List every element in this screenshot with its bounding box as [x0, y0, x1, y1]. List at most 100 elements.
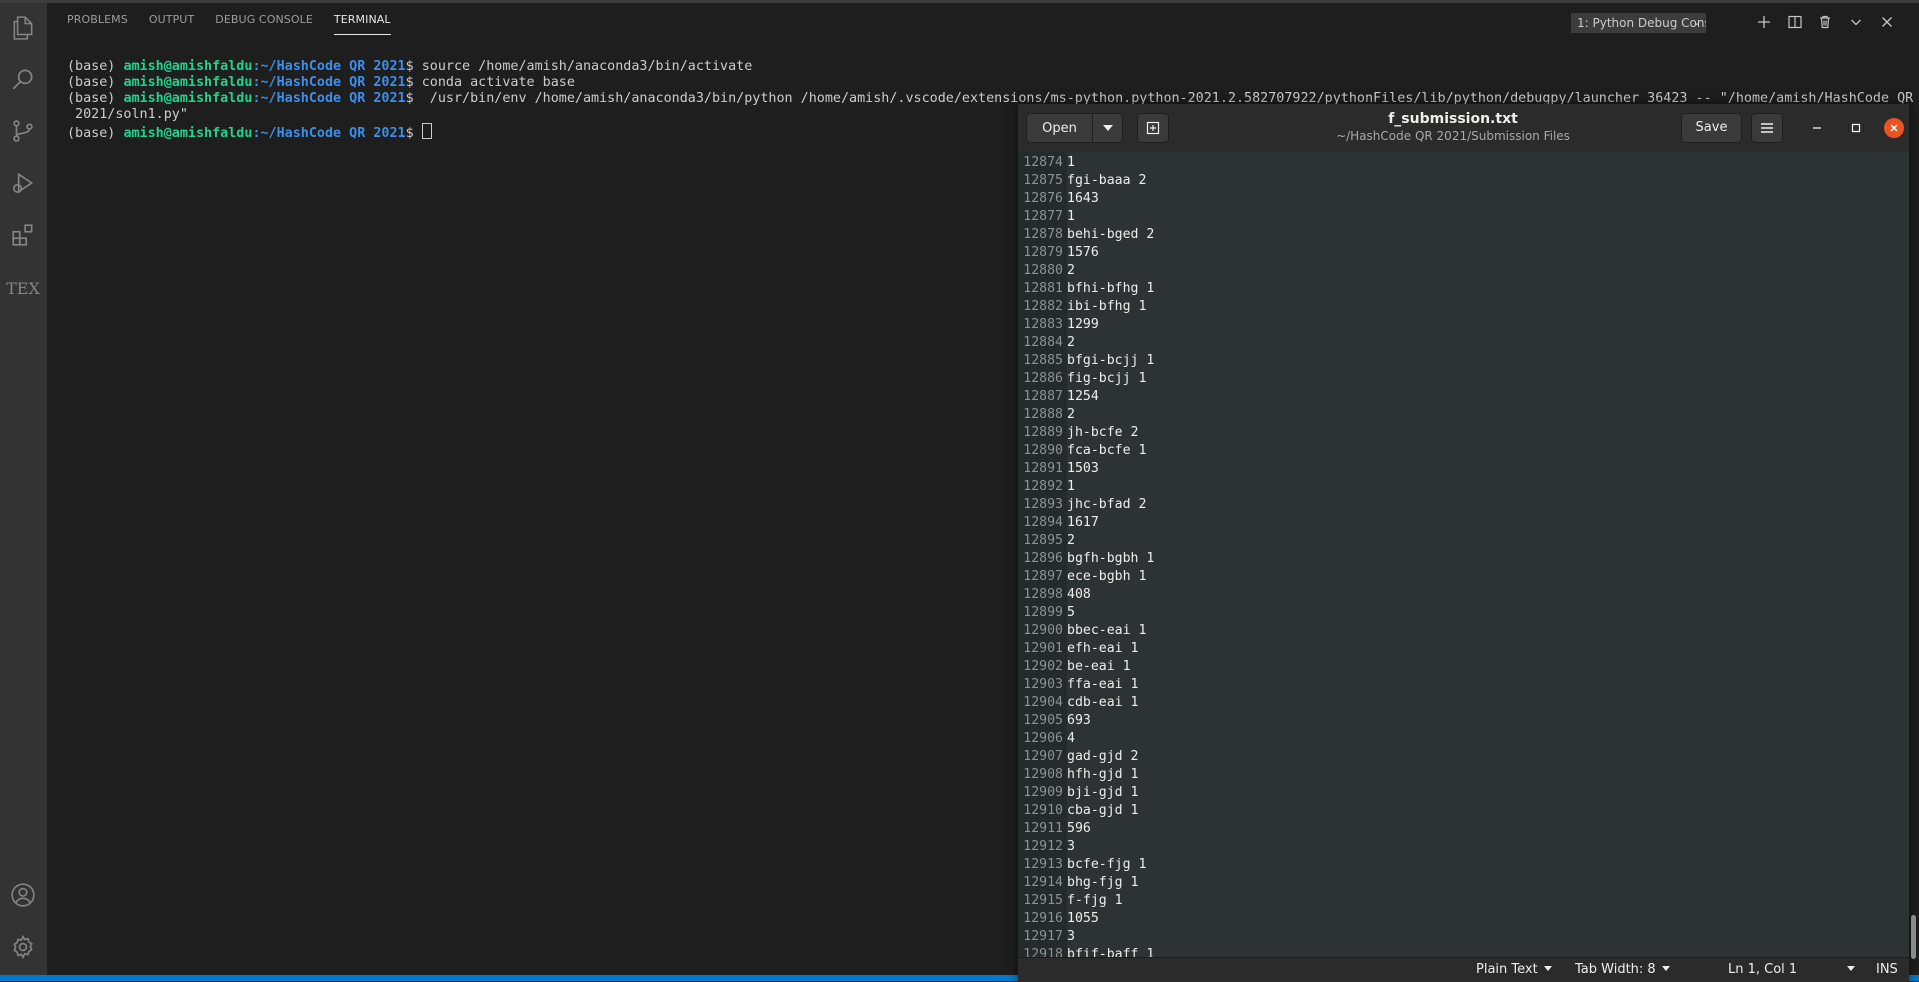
- maximize-icon: [1851, 123, 1861, 133]
- line-number: 12904: [1023, 695, 1063, 710]
- line-text: jh-bcfe 2: [1067, 425, 1139, 440]
- document-line: 12877 1: [1018, 208, 1154, 226]
- terminal-command: $: [405, 126, 422, 141]
- line-text: 2: [1067, 335, 1075, 350]
- line-text: ffa-eai 1: [1067, 677, 1139, 692]
- line-text: bcfe-fjg 1: [1067, 857, 1147, 872]
- account-icon[interactable]: [8, 880, 38, 910]
- tab-problems[interactable]: PROBLEMS: [67, 13, 128, 35]
- tab-width-selector[interactable]: Tab Width: 8: [1575, 962, 1670, 977]
- line-number: 12881: [1023, 281, 1063, 296]
- new-tab-button[interactable]: [1137, 113, 1169, 143]
- line-text: cba-gjd 1: [1067, 803, 1139, 818]
- split-terminal-button[interactable]: [1784, 11, 1806, 33]
- line-text: 2: [1067, 533, 1075, 548]
- maximize-window-button[interactable]: [1846, 118, 1866, 138]
- line-text: cdb-eai 1: [1067, 695, 1139, 710]
- document-line: 12899 5: [1018, 604, 1154, 622]
- close-panel-button[interactable]: [1876, 11, 1898, 33]
- open-menu-button[interactable]: [1093, 113, 1123, 143]
- document-lines: 12874 1 12875 fgi-baaa 2 12876 1643 12877 1 1287…: [1018, 154, 1154, 957]
- line-text: fgi-baaa 2: [1067, 173, 1147, 188]
- document-line: 12886 fig-bcjj 1: [1018, 370, 1154, 388]
- document-line: 12916 1055: [1018, 910, 1154, 928]
- tab-debug-console[interactable]: DEBUG CONSOLE: [215, 13, 313, 35]
- line-text: ece-bgbh 1: [1067, 569, 1147, 584]
- document-line: 12901 efh-eai 1: [1018, 640, 1154, 658]
- chevron-down-icon: [1661, 966, 1670, 971]
- line-number: 12897: [1023, 569, 1063, 584]
- line-number: 12875: [1023, 173, 1063, 188]
- document-line: 12887 1254: [1018, 388, 1154, 406]
- close-window-button[interactable]: [1884, 118, 1904, 138]
- run-debug-icon[interactable]: [8, 168, 38, 198]
- tex-icon[interactable]: TEX: [6, 273, 40, 303]
- minimize-window-button[interactable]: [1807, 118, 1827, 138]
- new-terminal-button[interactable]: [1753, 11, 1775, 33]
- line-text: bhg-fjg 1: [1067, 875, 1139, 890]
- document-line: 12893 jhc-bfad 2: [1018, 496, 1154, 514]
- maximize-panel-button[interactable]: [1845, 11, 1867, 33]
- text-editor-area[interactable]: 12874 1 12875 fgi-baaa 2 12876 1643 12877 1 1287…: [1018, 152, 1909, 957]
- save-button[interactable]: Save: [1681, 113, 1742, 143]
- terminal-select[interactable]: 1: Python Debug Console ⌄: [1571, 13, 1706, 33]
- line-number: 12903: [1023, 677, 1063, 692]
- line-number: 12896: [1023, 551, 1063, 566]
- terminal-command-wrap: 2021/soln1.py": [67, 107, 188, 122]
- document-line: 12904 cdb-eai 1: [1018, 694, 1154, 712]
- language-selector[interactable]: Plain Text: [1476, 962, 1552, 977]
- document-line: 12903 ffa-eai 1: [1018, 676, 1154, 694]
- panel-tabs: PROBLEMS OUTPUT DEBUG CONSOLE TERMINAL: [67, 13, 412, 35]
- open-button[interactable]: Open: [1026, 113, 1093, 143]
- line-number: 12884: [1023, 335, 1063, 350]
- line-text: fig-bcjj 1: [1067, 371, 1147, 386]
- document-line: 12875 fgi-baaa 2: [1018, 172, 1154, 190]
- line-text: 3: [1067, 839, 1075, 854]
- line-text: efh-eai 1: [1067, 641, 1139, 656]
- prompt-path: :~/HashCode QR 2021: [252, 91, 406, 106]
- tab-output[interactable]: OUTPUT: [149, 13, 194, 35]
- activity-bar: TEX: [0, 3, 47, 975]
- line-number: 12902: [1023, 659, 1063, 674]
- insert-mode-indicator: INS: [1876, 962, 1898, 977]
- line-number: 12916: [1023, 911, 1063, 926]
- document-line: 12881 bfhi-bfhg 1: [1018, 280, 1154, 298]
- line-number: 12908: [1023, 767, 1063, 782]
- explorer-icon[interactable]: [8, 13, 38, 43]
- line-number: 12879: [1023, 245, 1063, 260]
- terminal-command: $ conda activate base: [405, 75, 575, 90]
- line-text: bgfh-bgbh 1: [1067, 551, 1155, 566]
- document-line: 12884 2: [1018, 334, 1154, 352]
- document-line: 12915 f-fjg 1: [1018, 892, 1154, 910]
- hamburger-menu-button[interactable]: [1751, 113, 1783, 143]
- document-line: 12907 gad-gjd 2: [1018, 748, 1154, 766]
- document-line: 12898 408: [1018, 586, 1154, 604]
- tab-width-label: Tab Width: 8: [1575, 962, 1656, 977]
- chevron-down-icon: [1543, 966, 1552, 971]
- document-line: 12918 bfif-baff 1: [1018, 946, 1154, 957]
- line-number: 12914: [1023, 875, 1063, 890]
- extensions-icon[interactable]: [8, 220, 38, 250]
- line-number: 12913: [1023, 857, 1063, 872]
- line-text: bfgi-bcjj 1: [1067, 353, 1155, 368]
- line-number: 12901: [1023, 641, 1063, 656]
- line-text: 2: [1067, 263, 1075, 278]
- cursor-position-selector[interactable]: Ln 1, Col 1: [1728, 962, 1856, 977]
- terminal-line: (base) amish@amishfaldu:~/HashCode QR 20…: [67, 59, 1917, 75]
- source-control-icon[interactable]: [8, 116, 38, 146]
- line-text: 596: [1067, 821, 1091, 836]
- kill-terminal-button[interactable]: [1814, 11, 1836, 33]
- tab-terminal[interactable]: TERMINAL: [333, 13, 391, 35]
- gedit-status-bar: Plain Text Tab Width: 8 Ln 1, Col 1 INS: [1018, 957, 1909, 982]
- document-line: 12879 1576: [1018, 244, 1154, 262]
- document-line: 12897 ece-bgbh 1: [1018, 568, 1154, 586]
- gedit-header-bar: Open f_submission.txt ~/HashCode QR 2021…: [1018, 104, 1909, 153]
- document-line: 12894 1617: [1018, 514, 1154, 532]
- search-icon[interactable]: [8, 64, 38, 94]
- scrollbar-thumb[interactable]: [1911, 915, 1916, 959]
- line-number: 12880: [1023, 263, 1063, 278]
- settings-icon[interactable]: [8, 932, 38, 962]
- line-text: be-eai 1: [1067, 659, 1131, 674]
- line-text: 5: [1067, 605, 1075, 620]
- line-number: 12886: [1023, 371, 1063, 386]
